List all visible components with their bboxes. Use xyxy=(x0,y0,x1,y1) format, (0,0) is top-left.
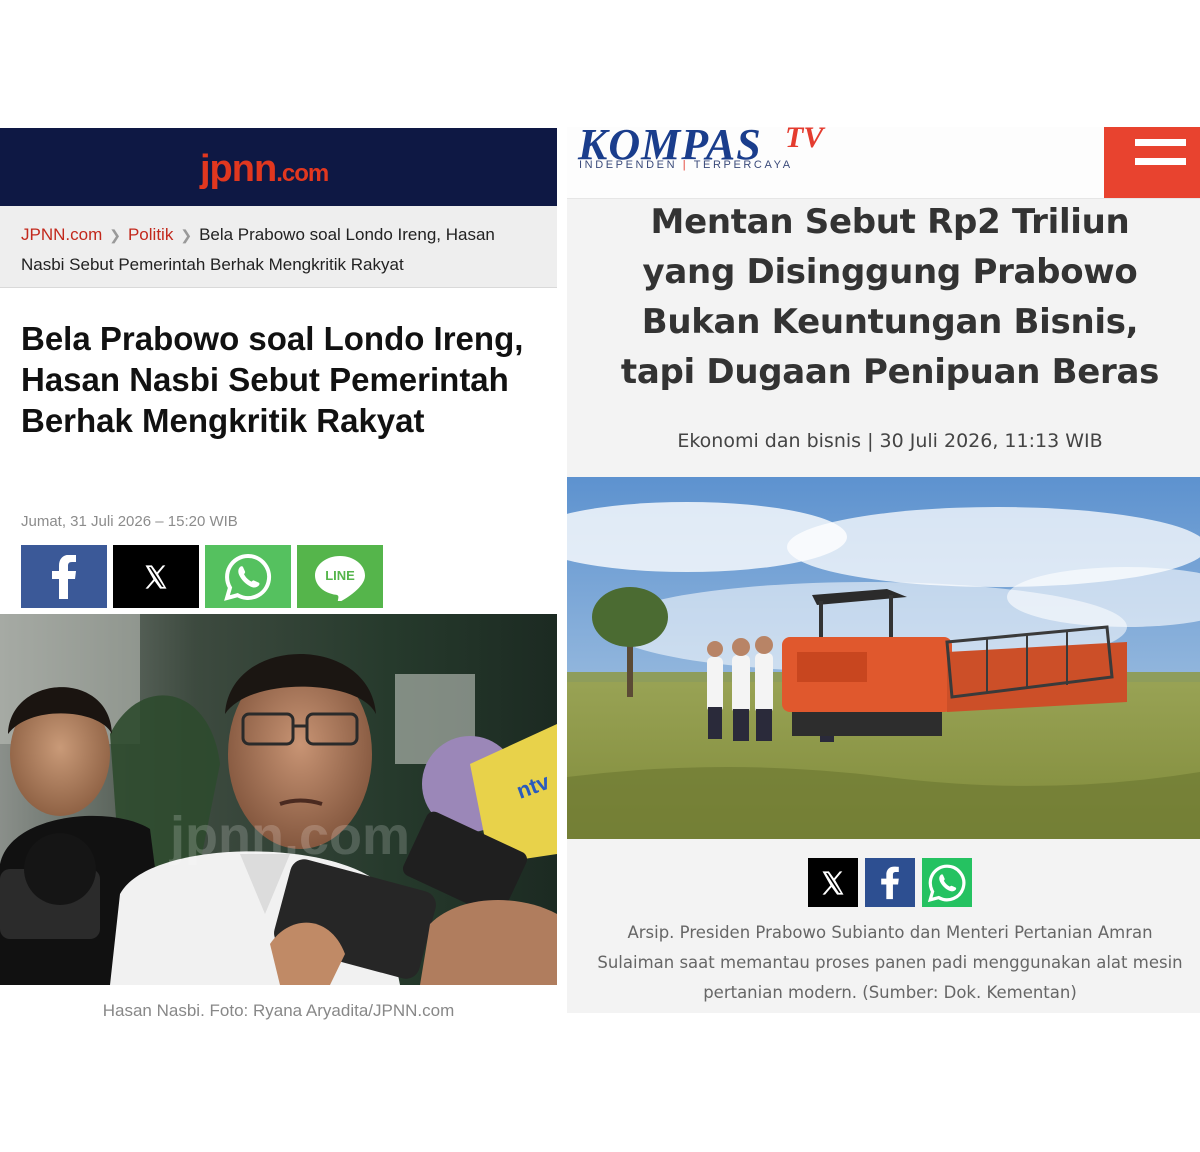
chevron-right-icon: ❯ xyxy=(180,227,193,243)
article-date: Jumat, 31 Juli 2026 – 15:20 WIB xyxy=(21,513,238,530)
breadcrumb: JPNN.com ❯ Politik ❯ Bela Prabowo soal Londo… xyxy=(0,206,557,288)
kompas-header: KOMPAS TV INDEPENDEN | TERPERCAYA xyxy=(567,127,1200,199)
jpnn-logo[interactable]: jpnn.com xyxy=(200,148,329,191)
line-icon: LINE xyxy=(315,555,365,601)
share-x-button[interactable] xyxy=(808,858,858,907)
chevron-right-icon: ❯ xyxy=(109,227,121,243)
photo-watermark: jpnn.com xyxy=(169,806,410,866)
kompas-tagline: INDEPENDEN | TERPERCAYA xyxy=(579,159,793,171)
x-icon xyxy=(145,564,167,589)
share-whatsapp-button[interactable] xyxy=(205,545,291,608)
x-icon xyxy=(822,870,844,895)
jpnn-article-screenshot: jpnn.com JPNN.com ❯ Politik ❯ Bela Prabowo s… xyxy=(0,128,557,1028)
photo-caption: Hasan Nasbi. Foto: Ryana Aryadita/JPNN.c… xyxy=(102,1001,455,1020)
tagline-right: TERPERCAYA xyxy=(693,159,793,171)
jpnn-header: jpnn.com xyxy=(0,128,557,206)
photo-rice-harvest xyxy=(567,477,1200,839)
breadcrumb-home-link[interactable]: JPNN.com xyxy=(21,225,102,244)
kompas-logo-tv: TV xyxy=(785,127,824,154)
hamburger-icon-bar xyxy=(1135,158,1186,165)
article-category[interactable]: Ekonomi dan bisnis xyxy=(677,430,861,452)
share-line-button[interactable]: LINE xyxy=(297,545,383,608)
hamburger-icon-bar xyxy=(1135,139,1186,146)
tagline-left: INDEPENDEN xyxy=(579,159,678,171)
photo-press-interview: ntv jpnn.com xyxy=(0,614,557,985)
jpnn-logo-domain: .com xyxy=(276,160,329,187)
share-whatsapp-button[interactable] xyxy=(922,858,972,907)
whatsapp-icon xyxy=(224,553,272,601)
kompas-article-screenshot: KOMPAS TV INDEPENDEN | TERPERCAYA Mentan… xyxy=(567,127,1200,1013)
whatsapp-icon xyxy=(927,864,966,902)
hamburger-menu-button[interactable] xyxy=(1104,127,1200,198)
tagline-divider: | xyxy=(682,159,689,171)
article-headline: Bela Prabowo soal Londo Ireng, Hasan Nas… xyxy=(21,320,524,439)
share-facebook-button[interactable] xyxy=(21,545,107,608)
photo-caption: Arsip. Presiden Prabowo Subianto dan Men… xyxy=(597,923,1183,1002)
share-facebook-button[interactable] xyxy=(865,858,915,907)
line-icon-label: LINE xyxy=(325,568,355,583)
article-date: 30 Juli 2026, 11:13 WIB xyxy=(879,430,1103,452)
breadcrumb-section-link[interactable]: Politik xyxy=(128,225,173,244)
facebook-icon xyxy=(52,554,76,599)
article-photo xyxy=(567,477,1200,839)
facebook-icon xyxy=(881,866,899,899)
article-photo: ntv jpnn.com xyxy=(0,614,557,985)
share-x-button[interactable] xyxy=(113,545,199,608)
article-meta: Ekonomi dan bisnis | 30 Juli 2026, 11:13… xyxy=(677,430,1103,452)
jpnn-logo-main: jpnn xyxy=(200,148,277,190)
article-headline: Mentan Sebut Rp2 Triliun yang Disinggung… xyxy=(620,202,1160,392)
